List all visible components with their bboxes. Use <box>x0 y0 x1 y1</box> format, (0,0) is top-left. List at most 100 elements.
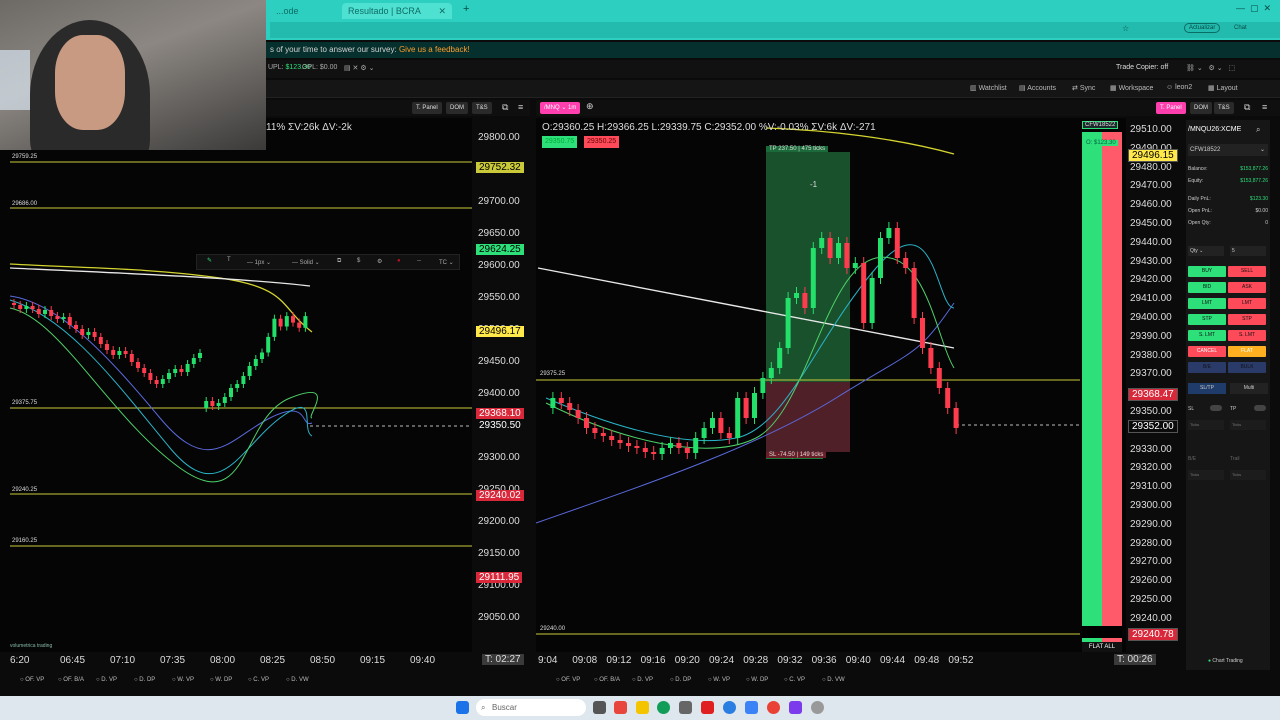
new-tab-button[interactable]: + <box>463 3 469 15</box>
indicator-toggle[interactable]: ○ D. VP <box>632 677 653 683</box>
left-chart-area[interactable]: 11% ΣV:26k ΔV:-2k ✎ T — 1px ⌄ — Solid ⌄ … <box>0 118 472 652</box>
app-icon[interactable] <box>614 701 627 714</box>
buy-price-button[interactable]: 29350.75 <box>542 136 578 148</box>
address-bar[interactable]: ☆ Actualizar Chat <box>270 22 1280 38</box>
right-time-axis[interactable]: T: 00:26 9:04 09:08 09:12 09:16 09:20 09:24 09… <box>536 652 1180 670</box>
tpanel-button[interactable]: T. Panel <box>1156 102 1186 114</box>
qty-select[interactable]: Qty ⌄ <box>1188 246 1224 256</box>
right-price-axis[interactable]: 29510.0029490.0029480.0029470.0029460.00… <box>1126 118 1180 652</box>
flat-all-button[interactable]: FLAT ALL <box>1082 642 1122 652</box>
tpanel-button[interactable]: T. Panel <box>412 102 442 114</box>
symbol-select[interactable]: /MNQ ⌄ 1m <box>540 102 581 114</box>
feedback-link[interactable]: Give us a feedback! <box>399 45 470 54</box>
icons-group[interactable]: ▤ ✕ ⚙ ⌄ <box>344 64 374 72</box>
take-profit-label[interactable]: TP 237.50 | 475 ticks <box>766 146 829 152</box>
order-button[interactable]: BULK <box>1228 362 1266 373</box>
app-icon[interactable] <box>679 701 692 714</box>
taskbar-search[interactable]: ⌕ Buscar <box>476 699 586 716</box>
indicator-toggle[interactable]: ○ C. VP <box>248 677 269 683</box>
app-icon[interactable] <box>789 701 802 714</box>
candle-body <box>148 373 153 380</box>
sltp-tab[interactable]: SL/TP <box>1188 383 1226 394</box>
browser-tab-active[interactable]: Resultado | BCRA ✕ <box>342 3 452 19</box>
windows-start-icon[interactable] <box>456 701 469 714</box>
layout-button[interactable]: ▦ Layout <box>1208 84 1238 92</box>
dom-button[interactable]: DOM <box>446 102 468 114</box>
edge-icon[interactable] <box>657 701 670 714</box>
sync-button[interactable]: ⇄ Sync <box>1072 84 1095 92</box>
indicator-toggle[interactable]: ○ D. VW <box>286 677 309 683</box>
indicator-toggle[interactable]: ○ D. VP <box>96 677 117 683</box>
help-icon[interactable] <box>723 701 736 714</box>
user-button[interactable]: ☺ leon2 <box>1166 84 1192 91</box>
order-button[interactable]: CANCEL <box>1188 346 1226 357</box>
stop-loss-label[interactable]: SL -74.50 | 149 ticks <box>766 452 827 458</box>
indicator-toggle[interactable]: ○ OF. VP <box>556 677 580 683</box>
sl-toggle[interactable] <box>1210 405 1222 411</box>
order-button[interactable]: S. LMT <box>1188 330 1226 341</box>
account-tag[interactable]: CFW18522 <box>1082 121 1119 129</box>
menu-icon[interactable]: ≡ <box>1262 102 1267 112</box>
accounts-button[interactable]: ▤ Accounts <box>1019 84 1056 92</box>
sell-price-button[interactable]: 29350.25 <box>584 136 620 148</box>
indicator-toggle[interactable]: ○ OF. B/A <box>58 677 84 683</box>
order-button[interactable]: LMT <box>1228 298 1266 309</box>
star-icon[interactable]: ☆ <box>1122 24 1134 34</box>
be-ticks-select[interactable]: Ticks <box>1188 470 1224 480</box>
indicator-toggle[interactable]: ○ C. VP <box>784 677 805 683</box>
menu-icon[interactable]: ≡ <box>518 102 523 112</box>
indicator-toggle[interactable]: ○ OF. VP <box>20 677 44 683</box>
task-view-icon[interactable] <box>593 701 606 714</box>
add-icon[interactable]: ⊕ <box>586 101 594 112</box>
account-select[interactable]: CFW18522 ⌄ <box>1188 144 1268 156</box>
workspace-button[interactable]: ▦ Workspace <box>1110 84 1153 92</box>
order-button[interactable]: STP <box>1228 314 1266 325</box>
multi-tab[interactable]: Multi <box>1230 383 1268 394</box>
qty-input[interactable]: 5 <box>1230 246 1266 256</box>
order-button[interactable]: FLAT <box>1228 346 1266 357</box>
right-chart-area[interactable]: O:29360.25 H:29366.25 L:29339.75 C:29352… <box>536 118 1080 652</box>
popout-icon[interactable]: ⧉ <box>1244 102 1250 113</box>
indicator-toggle[interactable]: ○ D. VW <box>822 677 845 683</box>
indicator-toggle[interactable]: ○ D. DP <box>670 677 691 683</box>
chrome-icon[interactable] <box>767 701 780 714</box>
app-icon[interactable] <box>745 701 758 714</box>
window-controls[interactable]: — ▢ ✕ <box>1236 3 1271 14</box>
settings-icon[interactable]: ⛓ ⌄ ⚙ ⌄ ⬚ <box>1186 64 1235 72</box>
tp-ticks-select[interactable]: Ticks <box>1230 420 1266 430</box>
order-button[interactable]: S. LMT <box>1228 330 1266 341</box>
browser-tab[interactable]: ...ode <box>270 3 340 19</box>
order-button[interactable]: BID <box>1188 282 1226 293</box>
file-explorer-icon[interactable] <box>636 701 649 714</box>
ts-button[interactable]: T&S <box>472 102 492 114</box>
watchlist-button[interactable]: ▥ Watchlist <box>970 84 1007 92</box>
indicator-toggle[interactable]: ○ W. DP <box>746 677 768 683</box>
order-button[interactable]: SELL <box>1228 266 1266 277</box>
order-button[interactable]: ASK <box>1228 282 1266 293</box>
left-price-axis[interactable]: 29800.0029750.0029700.0029650.0029600.00… <box>472 118 530 652</box>
indicator-toggle[interactable]: ○ D. DP <box>134 677 155 683</box>
close-icon[interactable]: ✕ <box>438 6 446 17</box>
popout-icon[interactable]: ⧉ <box>502 102 508 113</box>
app-icon[interactable] <box>811 701 824 714</box>
indicator-toggle[interactable]: ○ OF. B/A <box>594 677 620 683</box>
trail-ticks-select[interactable]: Ticks <box>1230 470 1266 480</box>
dom-button[interactable]: DOM <box>1190 102 1212 114</box>
indicator-toggle[interactable]: ○ W. VP <box>172 677 194 683</box>
chat-button[interactable]: Chat <box>1234 25 1247 31</box>
update-button[interactable]: Actualizar <box>1184 23 1221 33</box>
dom-ladder[interactable]: CFW18522 O: $123.30 FLAT ALL <box>1080 118 1126 652</box>
app-icon[interactable] <box>701 701 714 714</box>
left-time-axis[interactable]: T: 02:27 6:20 06:45 07:10 07:35 08:00 08:25 08… <box>0 652 530 670</box>
search-icon[interactable]: ⌕ <box>1256 125 1260 135</box>
order-button[interactable]: LMT <box>1188 298 1226 309</box>
indicator-toggle[interactable]: ○ W. DP <box>210 677 232 683</box>
trade-copier-status[interactable]: Trade Copier: off <box>1116 64 1168 71</box>
sl-ticks-select[interactable]: Ticks <box>1188 420 1224 430</box>
ts-button[interactable]: T&S <box>1214 102 1234 114</box>
order-button[interactable]: BUY <box>1188 266 1226 277</box>
order-button[interactable]: STP <box>1188 314 1226 325</box>
indicator-toggle[interactable]: ○ W. VP <box>708 677 730 683</box>
tp-toggle[interactable] <box>1254 405 1266 411</box>
order-button[interactable]: B/E <box>1188 362 1226 373</box>
